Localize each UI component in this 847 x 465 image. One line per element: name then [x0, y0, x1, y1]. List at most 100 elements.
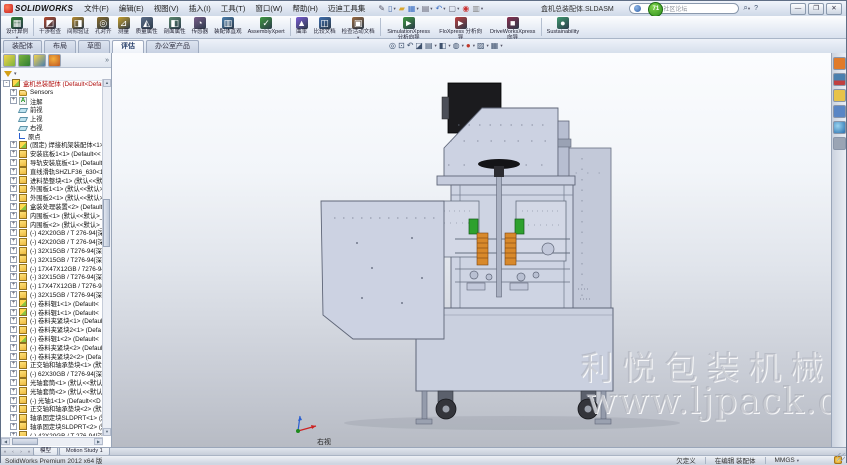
tab-评估[interactable]: 评估: [112, 40, 144, 53]
scroll-up-icon[interactable]: ▲: [103, 79, 111, 87]
expander-icon[interactable]: +: [10, 256, 17, 263]
status-units[interactable]: MMGS▾: [766, 457, 809, 464]
view-orientation-icon[interactable]: ▤: [425, 41, 433, 51]
tool-curvature[interactable]: ▲曲率: [293, 16, 311, 38]
expander-icon[interactable]: +: [10, 291, 17, 298]
edit-appearance-icon[interactable]: ●: [466, 41, 471, 51]
expander-icon[interactable]: +: [10, 300, 17, 307]
expander-icon[interactable]: +: [10, 229, 17, 236]
tab-装配体[interactable]: 装配体: [3, 40, 42, 53]
zoom-fit-icon[interactable]: ◎: [389, 41, 396, 51]
expander-icon[interactable]: +: [10, 309, 17, 316]
tool-driveworksxpress[interactable]: ■DriveWorksXpress 向导: [487, 16, 539, 38]
scroll-left-icon[interactable]: ◀: [1, 438, 10, 445]
scroll-right-icon[interactable]: ▶: [94, 438, 103, 445]
file-explorer-tab-icon[interactable]: [833, 89, 846, 102]
tool-check-document[interactable]: ▣检查活动文档▾: [339, 16, 378, 38]
display-style-icon[interactable]: ◧: [439, 41, 447, 51]
tree-item[interactable]: +(-) 42X20GB / T 276-94[深沟球: [1, 431, 103, 436]
expander-icon[interactable]: +: [10, 185, 17, 192]
displaymanager-tab[interactable]: [48, 54, 61, 67]
tree-item[interactable]: +(-) 卷料夹紧块<1> (Default: [1, 317, 103, 326]
print-icon[interactable]: ▤▾: [422, 3, 433, 14]
tree-item[interactable]: 原点: [1, 132, 103, 141]
expander-icon[interactable]: +: [10, 379, 17, 386]
open-document-icon[interactable]: ▰: [399, 3, 405, 14]
tree-item[interactable]: +光轴套筒<1> (默认<<默认>_: [1, 378, 103, 387]
tool-clearance-verify[interactable]: ◨间隙验证: [64, 16, 92, 38]
tree-item[interactable]: +正交轴和轴承垫块<2> (默认<: [1, 404, 103, 413]
tool-assemblyxpert[interactable]: ✓AssemblyXpert: [245, 16, 288, 38]
save-icon[interactable]: ▦▾: [408, 3, 419, 14]
tab-nav-icon-2[interactable]: ‹: [9, 449, 17, 454]
graphics-viewport[interactable]: 利悦包装机械 www.ljpack.com 右视: [112, 53, 833, 447]
configurationmanager-tab[interactable]: [33, 54, 46, 67]
expander-icon[interactable]: +: [10, 212, 17, 219]
tree-item[interactable]: +(-) 光轴1<1> (Default<<D: [1, 396, 103, 405]
propertymanager-tab[interactable]: [18, 54, 31, 67]
undo-icon[interactable]: ↶▾: [436, 3, 446, 14]
tool-design-study[interactable]: ▦设计算例▾: [3, 16, 31, 38]
tree-horizontal-scrollbar[interactable]: ◀ ▶: [1, 437, 103, 446]
tool-interference-check[interactable]: ◩干涉检查: [36, 16, 64, 38]
apply-scene-icon[interactable]: ▨: [477, 41, 485, 51]
expander-icon[interactable]: +: [10, 414, 17, 421]
restore-button[interactable]: ❐: [808, 3, 824, 15]
panel-more-icon[interactable]: »: [105, 57, 109, 64]
tree-item[interactable]: +(-) 卷料夹紧块2<2> (Defa: [1, 352, 103, 361]
tree-item[interactable]: +(-) 42X20GB / T 276-94[深沟球: [1, 237, 103, 246]
expander-icon[interactable]: +: [10, 141, 17, 148]
expander-icon[interactable]: +: [10, 194, 17, 201]
menu-item-4[interactable]: 插入(I): [184, 3, 216, 14]
tool-measure[interactable]: ⊿测量: [115, 16, 133, 38]
tree-item[interactable]: 上视: [1, 114, 103, 123]
custom-properties-tab-icon[interactable]: [833, 137, 846, 150]
expander-icon[interactable]: +: [10, 361, 17, 368]
tree-item[interactable]: 右视: [1, 123, 103, 132]
expander-icon[interactable]: -: [3, 80, 10, 87]
tree-item[interactable]: +(-) 卷料辊1<1> (Default<: [1, 308, 103, 317]
menu-item-1[interactable]: 文件(F): [79, 3, 114, 14]
tool-mass-properties[interactable]: ◭质量属性: [133, 16, 161, 38]
tree-item[interactable]: +盒装处理装置<2> (Default: [1, 202, 103, 211]
search-input[interactable]: 搜索社区论坛 71: [629, 3, 739, 14]
tree-item[interactable]: +安装底板1<1> (Default<<: [1, 149, 103, 158]
tab-nav-icon-1[interactable]: «: [1, 449, 9, 454]
tree-item[interactable]: +(-) 32X15GB / T276-94[深沟球: [1, 246, 103, 255]
expander-icon[interactable]: +: [10, 282, 17, 289]
tree-item[interactable]: +光轴套筒<2> (默认<<默认>_: [1, 387, 103, 396]
solidworks-resources-tab-icon[interactable]: [833, 57, 846, 70]
expander-icon[interactable]: +: [10, 397, 17, 404]
options-icon[interactable]: ▥▾: [472, 3, 483, 14]
menu-item-2[interactable]: 编辑(E): [114, 3, 149, 14]
expander-icon[interactable]: +: [10, 238, 17, 245]
tool-sustainability[interactable]: ●Sustainability: [544, 16, 582, 38]
tool-section-properties[interactable]: ◧剖面属性: [161, 16, 189, 38]
tree-item[interactable]: +(-) 32X15GB / T276-94[深沟球: [1, 255, 103, 264]
scroll-down-icon[interactable]: ▼: [103, 428, 111, 436]
expander-icon[interactable]: +: [10, 247, 17, 254]
view-settings-icon[interactable]: ▦: [491, 41, 499, 51]
tree-item[interactable]: +直线滑轨SHZLF36_630<1> (默: [1, 167, 103, 176]
expander-icon[interactable]: +: [10, 388, 17, 395]
previous-view-icon[interactable]: ↶: [407, 41, 414, 51]
tree-vertical-scrollbar[interactable]: ▲ ▼: [102, 79, 111, 436]
tree-item[interactable]: +(-) 卷料夹紧块<2> (Default: [1, 343, 103, 352]
close-button[interactable]: ✕: [826, 3, 842, 15]
scrollbar-thumb[interactable]: [12, 438, 38, 445]
expander-icon[interactable]: +: [10, 203, 17, 210]
tree-item[interactable]: +(-) 32X15GB / T276-94[深沟球: [1, 290, 103, 299]
tree-item[interactable]: +(-) 62X30GB / T276-94[深沟球: [1, 369, 103, 378]
expander-icon[interactable]: +: [10, 326, 17, 333]
hide-show-items-icon[interactable]: ◍: [453, 41, 460, 51]
expander-icon[interactable]: +: [10, 265, 17, 272]
menu-item-6[interactable]: 窗口(W): [250, 3, 287, 14]
tool-assembly-visualization[interactable]: ▥装配体直观: [211, 16, 245, 38]
design-library-tab-icon[interactable]: [833, 73, 846, 86]
tree-item[interactable]: +进料垫整块<1> (默认<<默认: [1, 176, 103, 185]
help-icon[interactable]: ?: [754, 5, 758, 12]
tree-item[interactable]: +内围板<2> (默认<<默认>_显: [1, 220, 103, 229]
featuremanager-tree-tab[interactable]: [3, 54, 16, 67]
menu-item-7[interactable]: 帮助(H): [287, 3, 322, 14]
section-view-icon[interactable]: ◪: [415, 41, 423, 51]
